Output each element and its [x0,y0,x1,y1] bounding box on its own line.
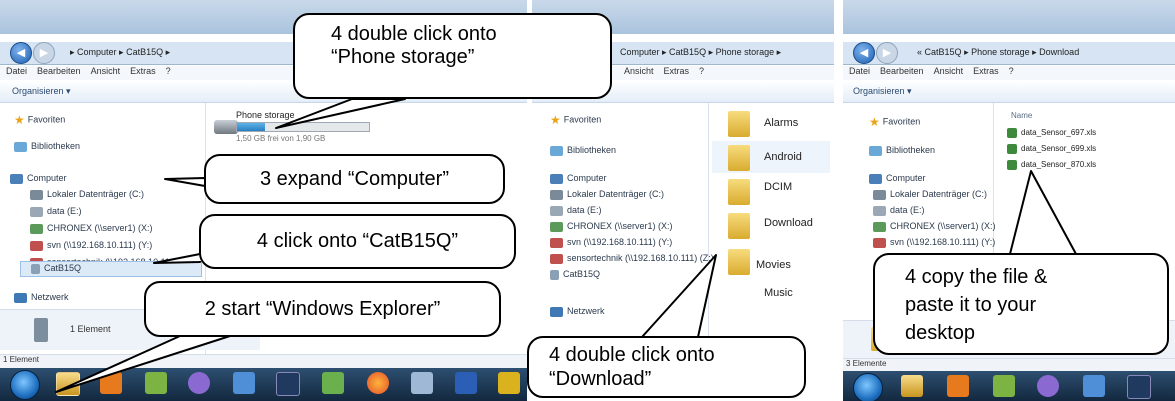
callout-line: paste it to your [905,294,1037,316]
callout-tail [55,335,231,393]
callout-double-click-download: 4 double click onto “Download” [527,336,806,398]
callout-text: 4 click onto “CatB15Q” [256,230,459,252]
callout-line: desktop [905,322,976,344]
callout-expand-computer: 3 expand “Computer” [204,154,505,204]
callout-line: 4 copy the file & [905,266,1048,288]
callout-start-windows-explorer: 2 start “Windows Explorer” [144,281,501,337]
callout-tail [153,253,201,264]
callout-line: “Download” [549,368,652,390]
callout-copy-file: 4 copy the file & paste it to your deskt… [873,253,1169,355]
callout-text: 2 start “Windows Explorer” [204,298,441,320]
callout-click-catb15q: 4 click onto “CatB15Q” [199,214,516,269]
callout-tail [641,254,717,338]
callout-tail [1009,170,1077,255]
callout-tail [275,98,406,129]
callout-line: 4 double click onto [331,23,497,45]
callout-text: 3 expand “Computer” [260,168,449,190]
callout-line: 4 double click onto [549,344,715,366]
callout-line: “Phone storage” [331,46,475,68]
callout-double-click-phone-storage: 4 double click onto “Phone storage” [293,13,612,99]
callout-tail [164,177,206,187]
